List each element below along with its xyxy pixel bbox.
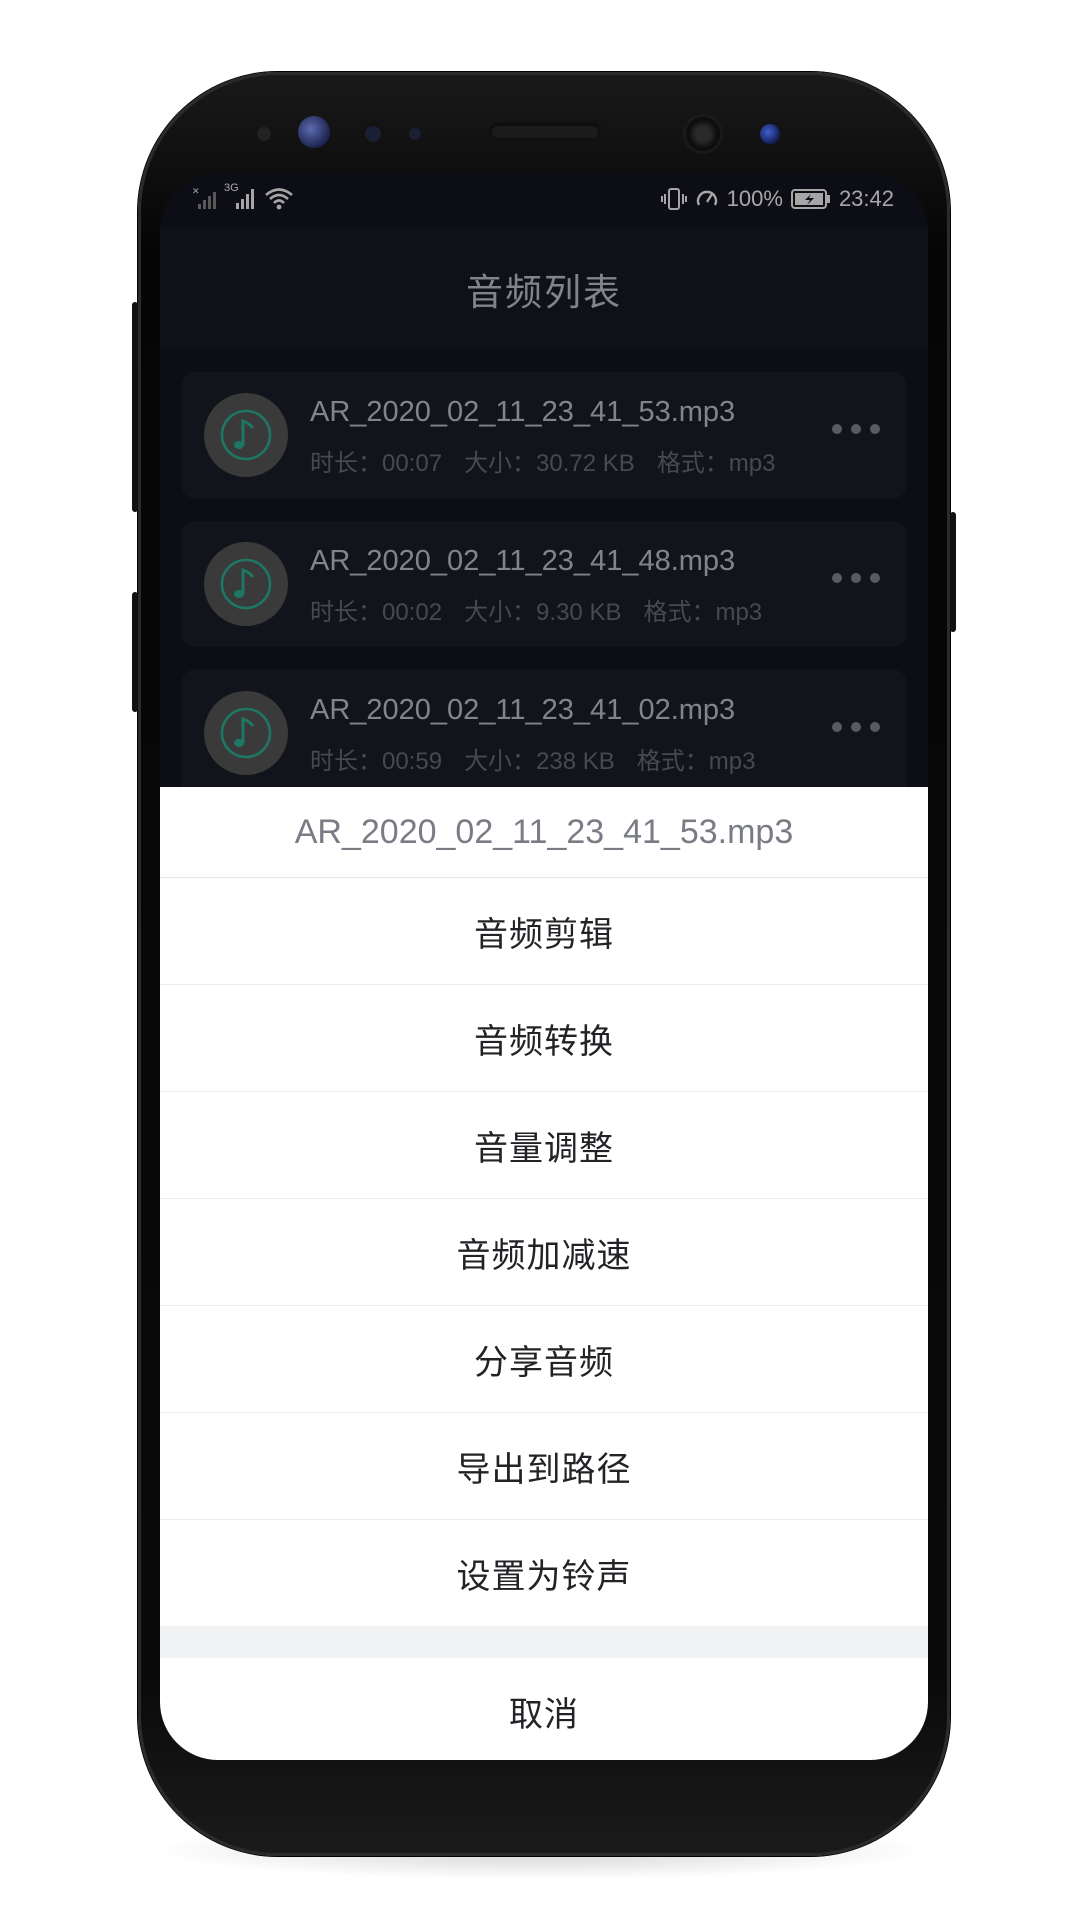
sheet-divider [160,1626,928,1658]
option-set-ringtone[interactable]: 设置为铃声 [160,1520,928,1626]
cancel-button[interactable]: 取消 [160,1658,928,1760]
option-volume-adjust[interactable]: 音量调整 [160,1092,928,1199]
option-audio-edit[interactable]: 音频剪辑 [160,878,928,985]
earpiece-speaker [491,124,599,138]
option-share-audio[interactable]: 分享音频 [160,1306,928,1413]
screen: ✕ 3G 100% 23:42 音频列表 AR_2020_02_11_23_41… [160,172,928,1760]
light-sensor [365,126,381,142]
power-button [950,512,956,632]
action-sheet-title: AR_2020_02_11_23_41_53.mp3 [160,787,928,878]
option-speed-change[interactable]: 音频加减速 [160,1199,928,1306]
bixby-button [132,592,138,712]
front-camera [686,117,720,151]
ir-sensor [409,128,421,140]
option-audio-convert[interactable]: 音频转换 [160,985,928,1092]
iris-camera [760,124,780,144]
iris-scanner [298,116,330,148]
action-sheet: AR_2020_02_11_23_41_53.mp3 音频剪辑 音频转换 音量调… [160,787,928,1760]
option-export-path[interactable]: 导出到路径 [160,1413,928,1520]
volume-button [132,302,138,512]
proximity-sensor [257,127,271,141]
